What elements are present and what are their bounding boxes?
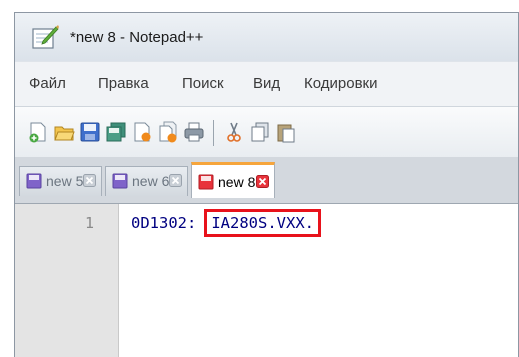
- save-icon[interactable]: [79, 121, 101, 143]
- highlighted-code: IA280S.VXX.: [204, 209, 321, 237]
- menu-file[interactable]: Файл: [29, 75, 66, 92]
- menu-encoding[interactable]: Кодировки: [304, 75, 377, 92]
- menu-edit[interactable]: Правка: [98, 75, 149, 92]
- close-file-icon[interactable]: [131, 121, 153, 143]
- saved-file-icon: [26, 173, 42, 189]
- menu-search[interactable]: Поиск: [182, 75, 224, 92]
- menu-bar: Файл Правка Поиск Вид Кодировки: [15, 61, 519, 107]
- close-icon[interactable]: [83, 174, 96, 187]
- open-file-icon[interactable]: [53, 121, 75, 143]
- tab-new-6[interactable]: new 6: [105, 166, 188, 196]
- close-icon[interactable]: [169, 174, 182, 187]
- tab-new-5[interactable]: new 5: [19, 166, 102, 196]
- title-bar[interactable]: *new 8 - Notepad++: [15, 13, 519, 61]
- cut-icon[interactable]: [223, 121, 245, 143]
- copy-icon[interactable]: [249, 121, 271, 143]
- new-file-icon[interactable]: [27, 121, 49, 143]
- save-all-icon[interactable]: [105, 121, 127, 143]
- tab-label: new 6: [132, 173, 170, 189]
- tab-bar: new 5 new 6 new 8: [15, 157, 519, 203]
- toolbar-separator: [213, 120, 214, 146]
- toolbar: [15, 106, 519, 158]
- print-icon[interactable]: [183, 121, 205, 143]
- tab-label: new 5: [46, 173, 84, 189]
- code-prefix: 0D1302:: [131, 214, 197, 232]
- notepad-app-icon: [32, 25, 59, 49]
- line-number: 1: [84, 214, 94, 232]
- text-editor[interactable]: 1 0D1302: IA280S.VXX.: [15, 203, 519, 357]
- line-number-gutter: 1: [15, 204, 119, 357]
- paste-icon[interactable]: [275, 121, 297, 143]
- tab-new-8[interactable]: new 8: [191, 162, 275, 198]
- saved-file-icon: [112, 173, 128, 189]
- close-icon[interactable]: [256, 175, 269, 188]
- window-title: *new 8 - Notepad++: [70, 29, 204, 46]
- unsaved-file-icon: [198, 174, 214, 190]
- tab-label: new 8: [218, 174, 256, 190]
- close-all-icon[interactable]: [157, 121, 179, 143]
- code-line[interactable]: 0D1302: IA280S.VXX.: [131, 209, 321, 237]
- notepad-window: *new 8 - Notepad++ Файл Правка Поиск Вид…: [14, 12, 519, 357]
- menu-view[interactable]: Вид: [253, 75, 280, 92]
